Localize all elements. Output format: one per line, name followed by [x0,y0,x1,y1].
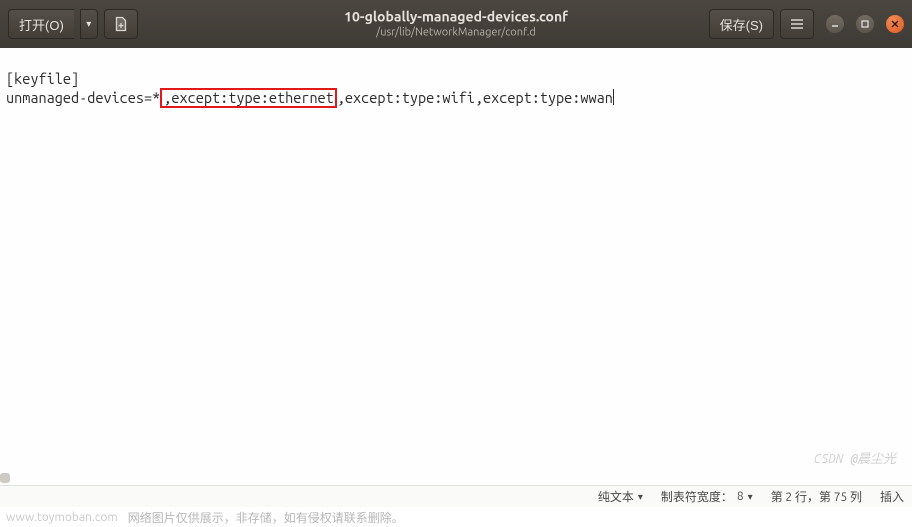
document-plus-icon [113,16,129,32]
syntax-selector[interactable]: 纯文本▾ [598,488,643,505]
footer-domain: www.toymoban.com [6,511,118,524]
save-button[interactable]: 保存(S) [709,9,774,39]
footer-note: 网络图片仅供展示，非存储，如有侵权请联系删除。 [128,509,404,526]
titlebar-right: 保存(S) [709,9,904,39]
chevron-down-icon: ▾ [638,491,643,503]
open-button[interactable]: 打开(O) [8,9,74,39]
insert-mode[interactable]: 插入 [880,488,904,505]
title-area: 10-globally-managed-devices.conf /usr/li… [344,8,568,39]
window-minimize[interactable] [826,15,844,33]
new-document-button[interactable] [104,9,138,39]
code-line-2-suffix: ,except:type:wifi,except:type:wwan [337,89,613,106]
highlighted-text: ,except:type:ethernet [160,88,337,108]
chevron-down-icon: ▾ [748,491,753,503]
tabwidth-selector[interactable]: 制表符宽度：8▾ [661,488,753,505]
menu-icon [789,16,805,32]
code-line-1: [keyfile] [6,70,79,87]
titlebar-left: 打开(O) ▾ [8,9,138,39]
statusbar: 纯文本▾ 制表符宽度：8▾ 第 2 行，第 75 列 插入 [0,485,912,507]
horizontal-scrollbar[interactable] [0,471,912,485]
hamburger-menu-button[interactable] [780,9,814,39]
window-title: 10-globally-managed-devices.conf [344,8,568,26]
window-close[interactable] [886,15,904,33]
window-maximize[interactable] [856,15,874,33]
maximize-icon [860,19,870,29]
window-subtitle: /usr/lib/NetworkManager/conf.d [344,26,568,40]
titlebar: 打开(O) ▾ 10-globally-managed-devices.conf… [0,0,912,48]
code-line-2-prefix: unmanaged-devices=* [6,89,160,106]
text-caret [613,89,614,105]
editor-area[interactable]: [keyfile] unmanaged-devices=*,except:typ… [0,48,912,485]
open-dropdown[interactable]: ▾ [80,9,98,39]
scrollbar-thumb[interactable] [0,473,10,483]
watermark-text: CSDN @晨尘光 [813,451,896,467]
page-footer: www.toymoban.com 网络图片仅供展示，非存储，如有侵权请联系删除。 [0,507,912,527]
chevron-down-icon: ▾ [86,19,91,30]
cursor-position[interactable]: 第 2 行，第 75 列 [771,488,862,505]
minimize-icon [830,19,840,29]
close-icon [890,19,900,29]
